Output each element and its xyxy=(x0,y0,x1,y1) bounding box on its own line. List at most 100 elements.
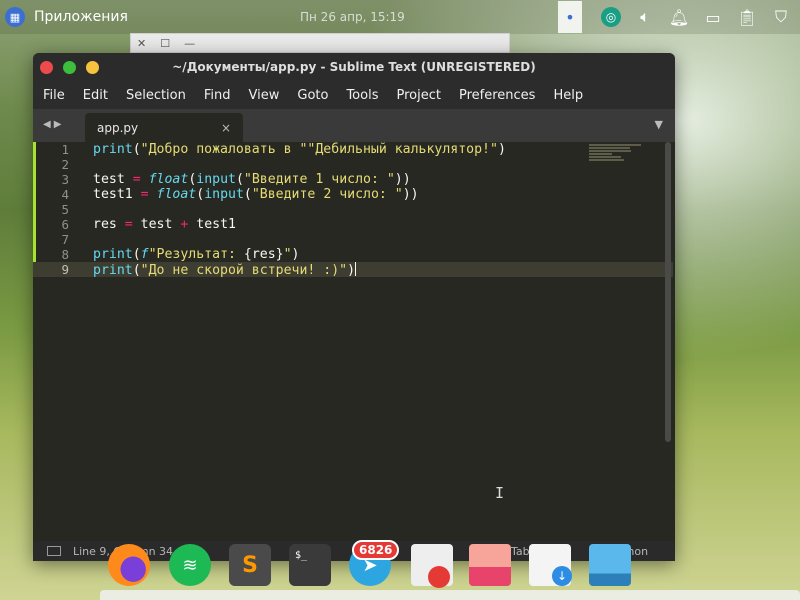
dock-shelf xyxy=(100,590,800,600)
spotify-icon[interactable]: ≋ xyxy=(169,544,211,586)
code-line[interactable]: 8 print(f"Результат: {res}") xyxy=(33,247,673,262)
applications-menu-button[interactable]: ▦ Приложения xyxy=(0,0,128,34)
panel-toggle-icon[interactable] xyxy=(47,546,61,556)
code-token: ( xyxy=(243,187,252,202)
clock[interactable]: Пн 26 апр, 15:19 xyxy=(300,10,405,24)
line-number: 6 xyxy=(61,217,69,232)
menu-edit[interactable]: Edit xyxy=(83,88,108,103)
code-token: f xyxy=(140,247,149,262)
vertical-scrollbar[interactable] xyxy=(665,142,671,442)
code-line[interactable]: 3 test = float(input("Введите 1 число: ")… xyxy=(33,172,673,187)
code-text[interactable]: res = test + test1 xyxy=(93,217,236,232)
line-number: 2 xyxy=(61,157,69,172)
code-token: = xyxy=(132,172,141,187)
top-panel: ▦ Приложения Пн 26 апр, 15:19 • ◎ 🔈︎ 🔔︎ … xyxy=(0,0,800,34)
code-token: ( xyxy=(235,172,244,187)
code-token: res xyxy=(93,217,125,232)
code-token: ( xyxy=(132,247,141,262)
code-text[interactable]: print("Добро пожаловать в ""Дебильный ка… xyxy=(93,142,506,157)
volume-icon[interactable]: 🔈︎ xyxy=(630,2,660,32)
tab-bar: ◀▶ app.py × ▼ xyxy=(33,109,675,142)
menu-project[interactable]: Project xyxy=(396,88,440,103)
app-grid-icon: ▦ xyxy=(5,7,25,27)
code-token: ( xyxy=(196,187,205,202)
dock: ≋ S $_ ➤ 6826 ↓ xyxy=(100,538,800,600)
shield-icon[interactable]: ⛉ xyxy=(766,2,796,32)
maximize-icon[interactable]: ☐ xyxy=(160,37,170,50)
code-line[interactable]: 2 xyxy=(33,157,673,172)
menu-help[interactable]: Help xyxy=(553,88,583,103)
applications-label: Приложения xyxy=(34,9,128,25)
menu-selection[interactable]: Selection xyxy=(126,88,186,103)
text-cursor-icon: I xyxy=(495,484,505,502)
clipboard-icon[interactable]: 📋︎ xyxy=(732,2,762,32)
code-token: "До не скорой встречи! :)" xyxy=(140,263,348,278)
code-editor[interactable]: 1 print("Добро пожаловать в ""Дебильный к… xyxy=(33,142,675,533)
notification-bell-icon[interactable]: 🔔︎ xyxy=(664,2,694,32)
line-number: 5 xyxy=(61,202,69,217)
code-line[interactable]: 5 xyxy=(33,202,673,217)
code-token: {res} xyxy=(243,247,284,262)
close-icon[interactable]: ✕ xyxy=(137,37,146,50)
code-token: ) xyxy=(291,247,300,262)
code-token: input xyxy=(204,187,244,202)
menu-file[interactable]: File xyxy=(43,88,65,103)
app-indicator-icon[interactable]: ◎ xyxy=(596,2,626,32)
menu-tools[interactable]: Tools xyxy=(346,88,378,103)
menu-view[interactable]: View xyxy=(249,88,280,103)
code-lines[interactable]: 1 print("Добро пожаловать в ""Дебильный к… xyxy=(33,142,673,278)
terminal-icon[interactable]: $_ xyxy=(289,544,331,586)
code-line[interactable]: 1 print("Добро пожаловать в ""Дебильный к… xyxy=(33,142,673,157)
code-token: print xyxy=(93,142,133,157)
window-titlebar[interactable]: ~/Документы/app.py - Sublime Text (UNREG… xyxy=(33,53,675,81)
code-token: "Введите 1 число: " xyxy=(243,172,395,187)
line-number: 1 xyxy=(61,142,69,157)
tab-navigation-arrows-icon[interactable]: ◀▶ xyxy=(43,119,64,130)
system-tray: • ◎ 🔈︎ 🔔︎ ▭ 📋︎ ⛉ xyxy=(558,0,800,34)
code-token: test xyxy=(132,217,181,232)
code-text[interactable]: test1 = float(input("Введите 2 число: ")… xyxy=(93,187,419,202)
menu-find[interactable]: Find xyxy=(204,88,231,103)
menu-goto[interactable]: Goto xyxy=(297,88,328,103)
download-icon: ↓ xyxy=(552,566,572,586)
code-token: float xyxy=(156,187,197,202)
code-text[interactable]: print(f"Результат: {res}") xyxy=(93,247,300,262)
background-window-titlebar[interactable]: ✕ ☐ — xyxy=(130,33,510,53)
firefox-icon[interactable] xyxy=(108,544,150,586)
code-text[interactable]: print("До не скорой встречи! :)") xyxy=(93,262,357,278)
code-token: input xyxy=(196,172,236,187)
code-token: "Результат: xyxy=(148,247,244,262)
code-token: test xyxy=(93,172,133,187)
menu-bar: File Edit Selection Find View Goto Tools… xyxy=(33,81,675,109)
code-text[interactable]: test = float(input("Введите 1 число: ")) xyxy=(93,172,411,187)
code-token: "Добро пожаловать в ""Дебильный калькуля… xyxy=(140,142,498,157)
code-line[interactable]: 9 print("До не скорой встречи! :)") xyxy=(33,262,673,278)
code-line[interactable]: 6 res = test + test1 xyxy=(33,217,673,232)
code-line[interactable]: 7 xyxy=(33,232,673,247)
menu-preferences[interactable]: Preferences xyxy=(459,88,535,103)
code-token: ) xyxy=(347,263,356,278)
code-token: test1 xyxy=(188,217,236,232)
code-token: test1 xyxy=(93,187,141,202)
minimap[interactable] xyxy=(589,144,647,166)
code-token: = xyxy=(140,187,149,202)
sublime-text-icon[interactable]: S xyxy=(229,544,271,586)
dot-icon[interactable]: • xyxy=(558,1,582,33)
tab-app-py[interactable]: app.py × xyxy=(85,113,243,142)
window-title: ~/Документы/app.py - Sublime Text (UNREG… xyxy=(172,60,536,74)
code-line[interactable]: 4 test1 = float(input("Введите 2 число: "… xyxy=(33,187,673,202)
code-token: " xyxy=(283,247,292,262)
code-token: print xyxy=(93,263,133,278)
tab-close-icon[interactable]: × xyxy=(221,121,231,135)
files-icon[interactable] xyxy=(589,544,631,586)
tab-dropdown-icon[interactable]: ▼ xyxy=(655,118,663,131)
minimize-icon[interactable]: — xyxy=(184,37,195,50)
line-number: 7 xyxy=(61,232,69,247)
display-icon[interactable]: ▭ xyxy=(698,2,728,32)
code-token: print xyxy=(93,247,133,262)
text-caret xyxy=(355,262,357,276)
photos-icon[interactable] xyxy=(469,544,511,586)
tab-label: app.py xyxy=(97,120,139,135)
code-token: )) xyxy=(394,172,411,187)
